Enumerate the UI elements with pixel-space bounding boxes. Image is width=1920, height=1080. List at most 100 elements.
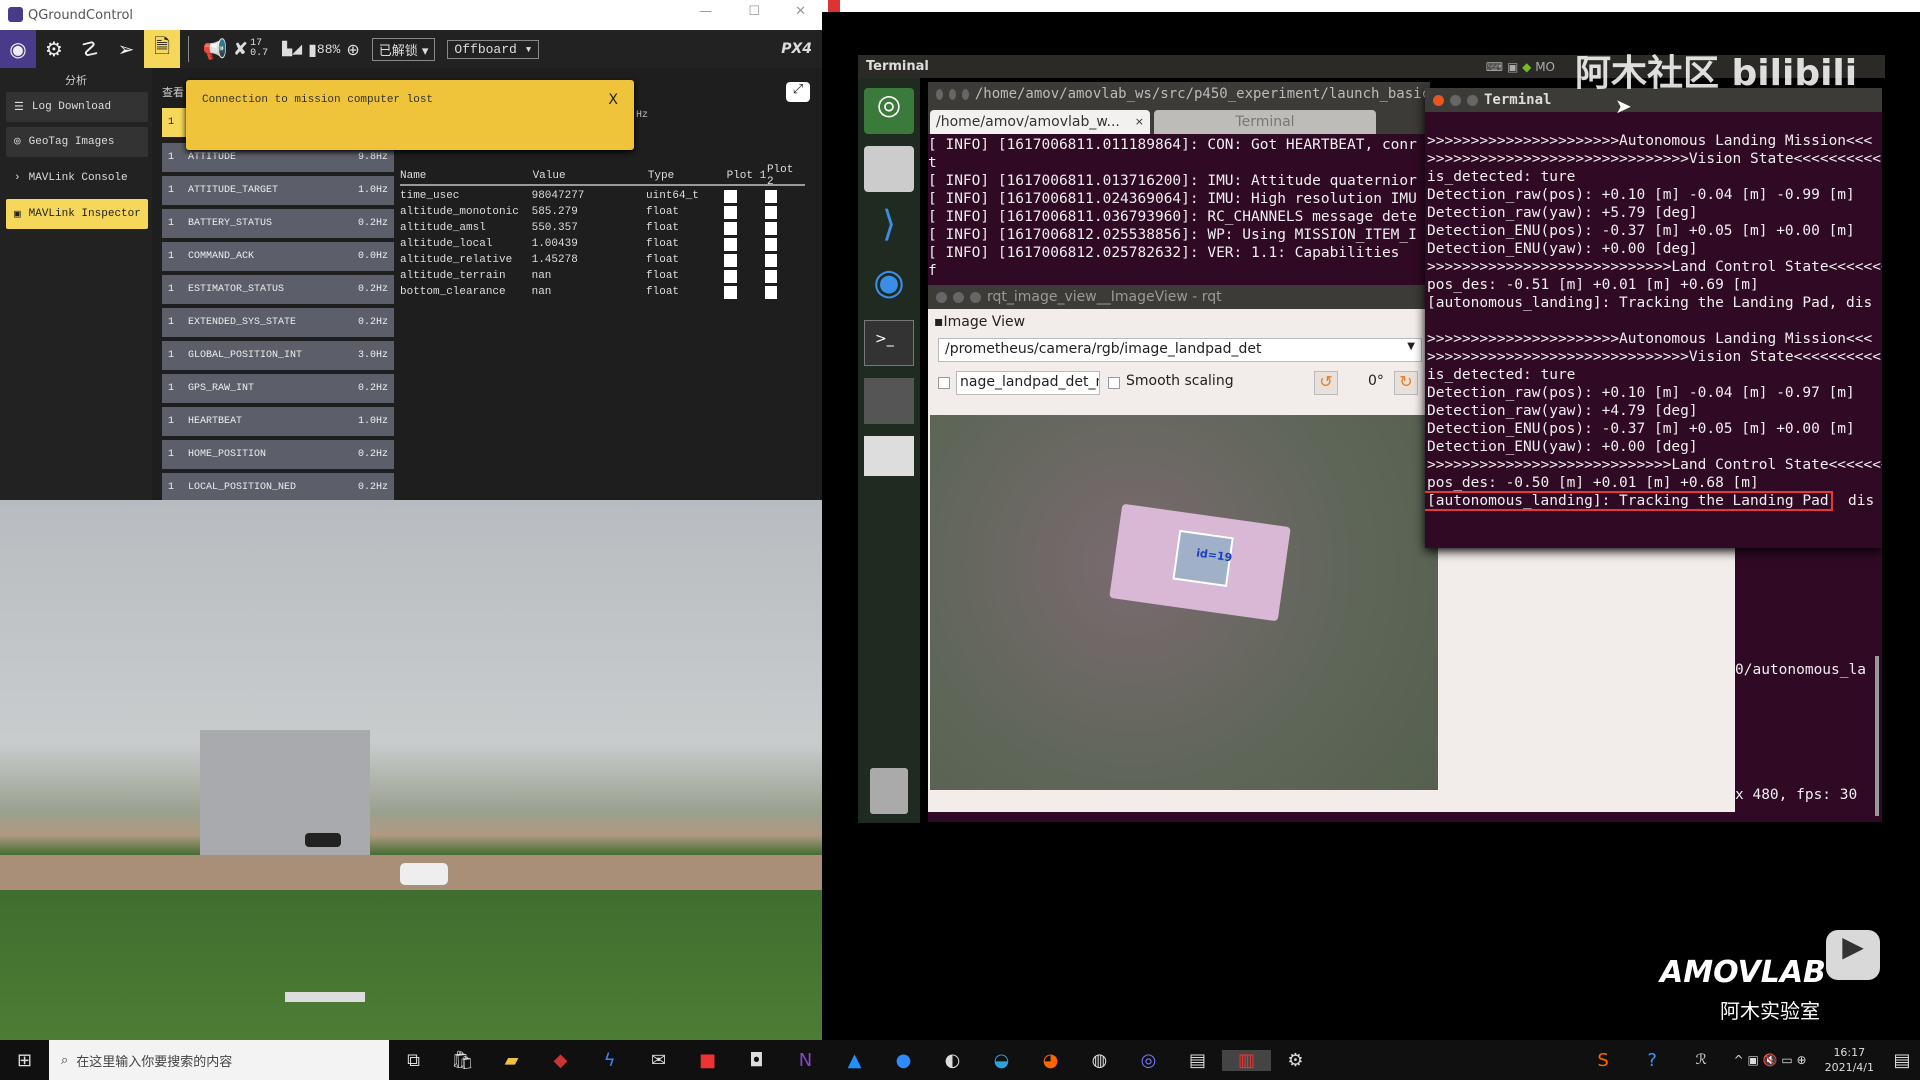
maximize-button[interactable] <box>1467 94 1478 106</box>
close-button[interactable]: ✕ <box>795 4 806 19</box>
clock[interactable]: 16:17 2021/4/1 <box>1825 1045 1874 1075</box>
plot1-checkbox[interactable] <box>724 205 737 219</box>
app-icon[interactable]: ◆ <box>536 1050 585 1071</box>
tab-terminal[interactable]: Terminal <box>1154 110 1376 134</box>
app-red-icon[interactable]: ■ <box>683 1050 732 1071</box>
help-icon[interactable]: ? <box>1628 1050 1677 1071</box>
terminal-launcher-icon[interactable]: >_ <box>864 320 914 366</box>
message-rate: 0.2Hz <box>357 218 388 229</box>
drive-icon[interactable] <box>864 436 914 476</box>
message-row[interactable]: 1 BATTERY_STATUS 0.2Hz <box>162 209 394 238</box>
task-view-icon[interactable]: ⧉ <box>389 1050 438 1071</box>
plot2-checkbox[interactable] <box>764 269 777 283</box>
plot2-checkbox[interactable] <box>764 253 777 267</box>
people-icon[interactable]: ℛ <box>1677 1052 1726 1068</box>
message-row[interactable]: 1 GPS_RAW_INT 0.2Hz <box>162 374 394 403</box>
message-row[interactable]: 1 COMMAND_ACK 0.0Hz <box>162 242 394 271</box>
ubuntu-dash-icon[interactable]: ◎ <box>864 88 914 134</box>
smooth-scaling-checkbox[interactable] <box>1108 377 1120 389</box>
toast-close-button[interactable]: X <box>608 92 618 108</box>
scrollbar[interactable] <box>1875 656 1879 816</box>
onenote-icon[interactable]: N <box>781 1050 830 1071</box>
plot1-checkbox[interactable] <box>724 253 737 267</box>
mouse-publish-checkbox[interactable] <box>938 377 950 389</box>
plot1-checkbox[interactable] <box>724 221 737 235</box>
landing-pad: id=19 <box>1109 503 1291 622</box>
rc-signal-icon[interactable]: ▙◢ <box>282 42 302 57</box>
zoom-icon[interactable]: ● <box>879 1050 928 1071</box>
camera-icon[interactable]: ◘ <box>732 1050 781 1071</box>
gps-satellite-icon[interactable]: ✘ <box>233 39 248 60</box>
message-row[interactable]: 1 ATTITUDE_TARGET 1.0Hz <box>162 176 394 205</box>
message-row[interactable]: 1 LOCAL_POSITION_NED 0.2Hz <box>162 473 394 502</box>
tab-home[interactable]: /home/amov/amovlab_w... × <box>930 110 1150 134</box>
window-icon[interactable] <box>864 378 914 424</box>
taskbar-search[interactable]: ⌕ 在这里输入你要搜索的内容 <box>49 1040 389 1080</box>
message-name: HEARTBEAT <box>188 416 243 427</box>
plot2-checkbox[interactable] <box>764 221 777 235</box>
sidebar-item-mavlink-inspector[interactable]: ▣ MAVLink Inspector <box>6 199 148 229</box>
sogou-icon[interactable]: S <box>1579 1050 1628 1071</box>
sidebar-item-log-download[interactable]: ☰ Log Download <box>6 92 148 122</box>
mouse-topic-input[interactable]: nage_landpad_det_mouse_left <box>956 371 1100 395</box>
plot1-checkbox[interactable] <box>724 269 737 283</box>
firefox-icon[interactable]: ◕ <box>1026 1050 1075 1071</box>
qgc-home-icon[interactable]: ◉ <box>0 30 36 68</box>
flight-mode-dropdown[interactable]: Offboard ▾ <box>447 39 540 59</box>
vscode-icon[interactable]: ⟩ <box>864 204 914 250</box>
popout-icon[interactable]: ⤢ <box>786 82 810 102</box>
terminal-taskbar-icon[interactable]: ▤ <box>1173 1050 1222 1071</box>
app-blue-icon[interactable]: ▲ <box>830 1050 879 1071</box>
app-icon-3[interactable]: ◍ <box>1075 1050 1124 1071</box>
message-row[interactable]: 1 GLOBAL_POSITION_INT 3.0Hz <box>162 341 394 370</box>
settings-gear-icon[interactable]: ⚙ <box>1271 1050 1320 1071</box>
minimize-button[interactable] <box>1450 94 1461 106</box>
message-row[interactable]: 1 HEARTBEAT 1.0Hz <box>162 407 394 436</box>
battery-icon[interactable]: ▮ <box>308 40 317 59</box>
message-row[interactable]: 1 EXTENDED_SYS_STATE 0.2Hz <box>162 308 394 337</box>
plot1-checkbox[interactable] <box>724 237 737 251</box>
plot2-checkbox[interactable] <box>764 237 777 251</box>
app-icon-2[interactable]: ◐ <box>928 1050 977 1071</box>
maximize-button[interactable]: ☐ <box>748 4 760 19</box>
close-button[interactable] <box>1433 94 1444 106</box>
file-explorer-icon[interactable]: ▰ <box>487 1050 536 1071</box>
rotate-right-button[interactable]: ↻ <box>1394 371 1418 395</box>
rotation-value: 0° <box>1368 373 1384 389</box>
topic-dropdown[interactable]: /prometheus/camera/rgb/image_landpad_det… <box>938 338 1422 362</box>
vscode-taskbar-icon[interactable]: ϟ <box>585 1050 634 1071</box>
sidebar-item-mavlink-console[interactable]: › MAVLink Console <box>6 163 148 193</box>
plot1-checkbox[interactable] <box>724 285 737 299</box>
sidebar-item-geotag-images[interactable]: ⌾ GeoTag Images <box>6 127 148 157</box>
notifications-icon[interactable]: ▤ <box>1884 1050 1920 1071</box>
plot2-checkbox[interactable] <box>764 205 777 219</box>
plot1-checkbox[interactable] <box>724 189 737 203</box>
inspector-icon: ▣ <box>14 209 21 221</box>
recorder-icon[interactable]: ▥ <box>1222 1049 1271 1071</box>
plot2-checkbox[interactable] <box>764 285 777 299</box>
mail-icon[interactable]: ✉ <box>634 1050 683 1071</box>
edge-icon[interactable]: ◒ <box>977 1050 1026 1071</box>
play-icon[interactable]: ▶ <box>1826 930 1880 980</box>
files-icon[interactable] <box>864 146 914 192</box>
minimize-button[interactable]: — <box>699 4 712 19</box>
terminal-2[interactable]: Terminal >>>>>>>>>>>>>>>>>>>>>>Autonomou… <box>1425 88 1882 548</box>
arm-state-dropdown[interactable]: 已解锁 ▾ <box>371 37 436 61</box>
fly-paper-plane-icon[interactable]: ➢ <box>108 30 144 68</box>
chevron-right-icon: › <box>14 172 21 184</box>
rotate-left-button[interactable]: ↺ <box>1314 371 1338 395</box>
analyze-icon[interactable]: 🗎 <box>144 30 180 68</box>
gps-target-icon[interactable]: ⊕ <box>346 40 359 59</box>
message-row[interactable]: 1 HOME_POSITION 0.2Hz <box>162 440 394 469</box>
megaphone-icon[interactable]: 📢 <box>197 30 233 68</box>
store-icon[interactable]: 🛍 <box>438 1050 487 1071</box>
plot2-checkbox[interactable] <box>764 189 777 203</box>
trash-icon[interactable] <box>870 768 908 814</box>
settings-gear-icon[interactable]: ⚙ <box>36 30 72 68</box>
windows-start-icon[interactable]: ⊞ <box>0 1050 49 1071</box>
qgc-taskbar-icon[interactable]: ◎ <box>1124 1050 1173 1071</box>
message-row[interactable]: 1 ESTIMATOR_STATUS 0.2Hz <box>162 275 394 304</box>
system-tray-icons[interactable]: ^ ▣ 🔇 ▭ ⊕ <box>1734 1053 1807 1067</box>
chromium-icon[interactable]: ◉ <box>864 262 914 308</box>
plan-route-icon[interactable]: ☡ <box>72 30 108 68</box>
